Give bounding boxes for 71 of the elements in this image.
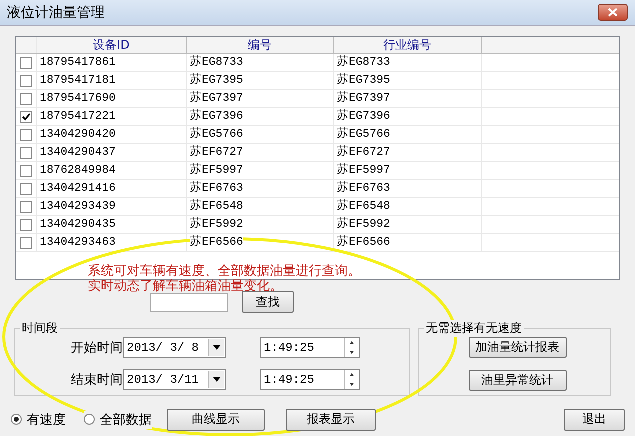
table-cell: 18795417221 xyxy=(37,108,187,125)
table-cell: 苏EF6548 xyxy=(334,198,482,215)
checkbox[interactable] xyxy=(20,164,32,176)
table-cell: 苏EG5766 xyxy=(334,126,482,143)
table-cell: 18795417690 xyxy=(37,90,187,107)
table-cell: 苏EG8733 xyxy=(187,54,334,71)
table-cell: 苏EG7397 xyxy=(334,90,482,107)
table-cell: 13404291416 xyxy=(37,180,187,197)
table-cell: 苏EF5997 xyxy=(334,162,482,179)
table-cell: 苏EF5997 xyxy=(187,162,334,179)
checkbox[interactable] xyxy=(20,56,32,68)
checkbox[interactable] xyxy=(20,110,32,122)
date-picker[interactable]: 2013/ 3/11 xyxy=(123,369,226,390)
close-button[interactable] xyxy=(598,4,628,21)
table-cell: 苏EF6763 xyxy=(187,180,334,197)
table-cell: 苏EG7395 xyxy=(187,72,334,89)
checkbox[interactable] xyxy=(20,182,32,194)
table-cell: 苏EG5766 xyxy=(187,126,334,143)
table-cell: 苏EF6763 xyxy=(334,180,482,197)
search-field[interactable] xyxy=(150,292,228,312)
table-cell: 苏EF6548 xyxy=(187,198,334,215)
report-button[interactable]: 加油量统计报表 xyxy=(468,337,566,358)
dropdown-icon xyxy=(212,377,220,382)
display-button[interactable]: 曲线显示 xyxy=(167,408,265,430)
radio-option[interactable]: 全部数据 xyxy=(84,410,152,428)
radio-option[interactable]: 有速度 xyxy=(11,410,66,428)
table-cell: 苏EF6566 xyxy=(334,234,482,251)
table-cell: 苏EG7397 xyxy=(187,90,334,107)
table-cell: 13404293463 xyxy=(37,234,187,251)
exit-button[interactable]: 退出 xyxy=(564,408,625,430)
display-button[interactable]: 报表显示 xyxy=(286,408,376,430)
table-cell: 13404290420 xyxy=(37,126,187,143)
table-cell: 13404293439 xyxy=(37,198,187,215)
table-cell: 18762849984 xyxy=(37,162,187,179)
table-cell: 苏EG7395 xyxy=(334,72,482,89)
checkbox[interactable] xyxy=(20,128,32,140)
checkbox[interactable] xyxy=(20,236,32,248)
time-field[interactable]: 1:49:25 xyxy=(260,369,360,390)
table-cell: 13404290437 xyxy=(37,144,187,161)
table-cell: 苏EF6566 xyxy=(187,234,334,251)
checkbox[interactable] xyxy=(20,218,32,230)
table-cell: 苏EF6727 xyxy=(187,144,334,161)
table-cell: 苏EF5992 xyxy=(187,216,334,233)
annotation-text: 系统可对车辆有速度、全部数据油量进行查询。 实时动态了解车辆油箱油量变化。 xyxy=(88,264,361,294)
checkbox[interactable] xyxy=(20,74,32,86)
table-cell: 苏EG7396 xyxy=(334,108,482,125)
dropdown-icon xyxy=(212,345,220,350)
table-cell: 18795417181 xyxy=(37,72,187,89)
report-button[interactable]: 油里异常统计 xyxy=(468,370,566,391)
date-picker[interactable]: 2013/ 3/ 8 xyxy=(123,337,226,358)
group-title: 无需选择有无速度 xyxy=(424,320,524,337)
close-icon xyxy=(608,8,618,17)
group-title: 时间段 xyxy=(20,320,60,337)
check-icon xyxy=(22,112,30,120)
time-field[interactable]: 1:49:25 xyxy=(260,337,360,358)
table-cell: 苏EF6727 xyxy=(334,144,482,161)
checkbox[interactable] xyxy=(20,200,32,212)
search-button[interactable]: 查找 xyxy=(242,291,294,313)
column-header[interactable]: 编号 xyxy=(187,37,334,53)
table-cell: 苏EG7396 xyxy=(187,108,334,125)
window-title: 液位计油量管理 xyxy=(7,4,105,22)
table-cell: 13404290435 xyxy=(37,216,187,233)
table-cell: 苏EF5992 xyxy=(334,216,482,233)
table-cell: 18795417861 xyxy=(37,54,187,71)
checkbox[interactable] xyxy=(20,146,32,158)
column-header[interactable]: 行业编号 xyxy=(334,37,482,53)
field-label: 开始时间 xyxy=(70,340,123,356)
table-cell: 苏EG8733 xyxy=(334,54,482,71)
checkbox[interactable] xyxy=(20,92,32,104)
field-label: 结束时间 xyxy=(70,372,123,388)
column-header[interactable]: 设备ID xyxy=(37,37,187,53)
